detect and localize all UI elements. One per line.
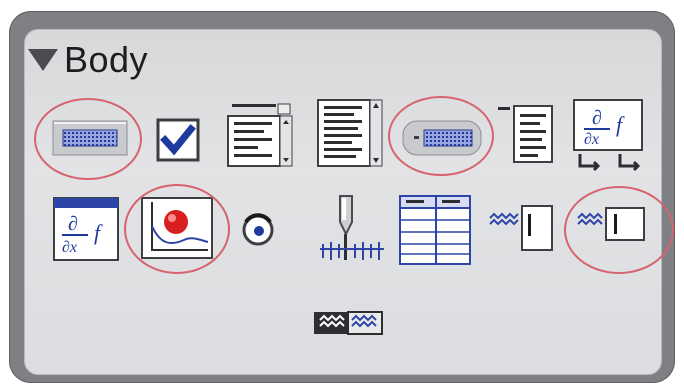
table-grid-button[interactable] [398,194,472,271]
slider-button[interactable] [316,192,388,271]
rounded-bar-button[interactable] [402,120,482,161]
bar-control-button[interactable] [52,120,128,161]
listbox-button[interactable] [226,100,294,175]
radio-button-icon [242,213,274,246]
checkbox-button[interactable] [156,118,200,167]
svg-text:∂: ∂ [592,107,602,129]
svg-text:∂: ∂ [68,213,78,235]
formula-window-button[interactable]: ∂ ∂x f [52,196,122,269]
svg-text:∂x: ∂x [62,239,77,256]
plot-point-icon [141,197,213,259]
list-with-scroll-icon [317,99,383,167]
panel-title: Body [64,39,149,80]
panel-header[interactable]: Body [28,39,149,80]
formula-editor-button[interactable]: ∂ ∂x f [570,98,646,179]
labeled-textbox-icon [577,207,645,241]
plot-point-button[interactable] [140,196,214,265]
list-scroll-button[interactable] [316,98,386,175]
radio-button-tool[interactable] [240,212,276,253]
bar-control-icon [52,120,128,156]
numbered-list-button[interactable] [498,104,556,171]
table-grid-icon [399,195,471,265]
labeled-input-button[interactable] [488,204,556,259]
labeled-input-icon [489,205,553,251]
wave-toggle-icon [314,311,383,335]
collapse-triangle-icon[interactable] [28,49,58,71]
listbox-icon [227,103,293,167]
labeled-textbox-button[interactable] [576,204,648,255]
formula-editor-icon: ∂ ∂x f [573,99,643,172]
svg-text:∂x: ∂x [584,131,599,148]
slider-icon [320,195,384,260]
wave-toggle-button[interactable] [312,306,384,343]
rounded-bar-control-icon [402,120,482,156]
formula-window-icon: ∂ ∂x f [53,197,119,261]
numbered-list-icon [498,105,553,163]
checkbox-icon [156,118,200,162]
